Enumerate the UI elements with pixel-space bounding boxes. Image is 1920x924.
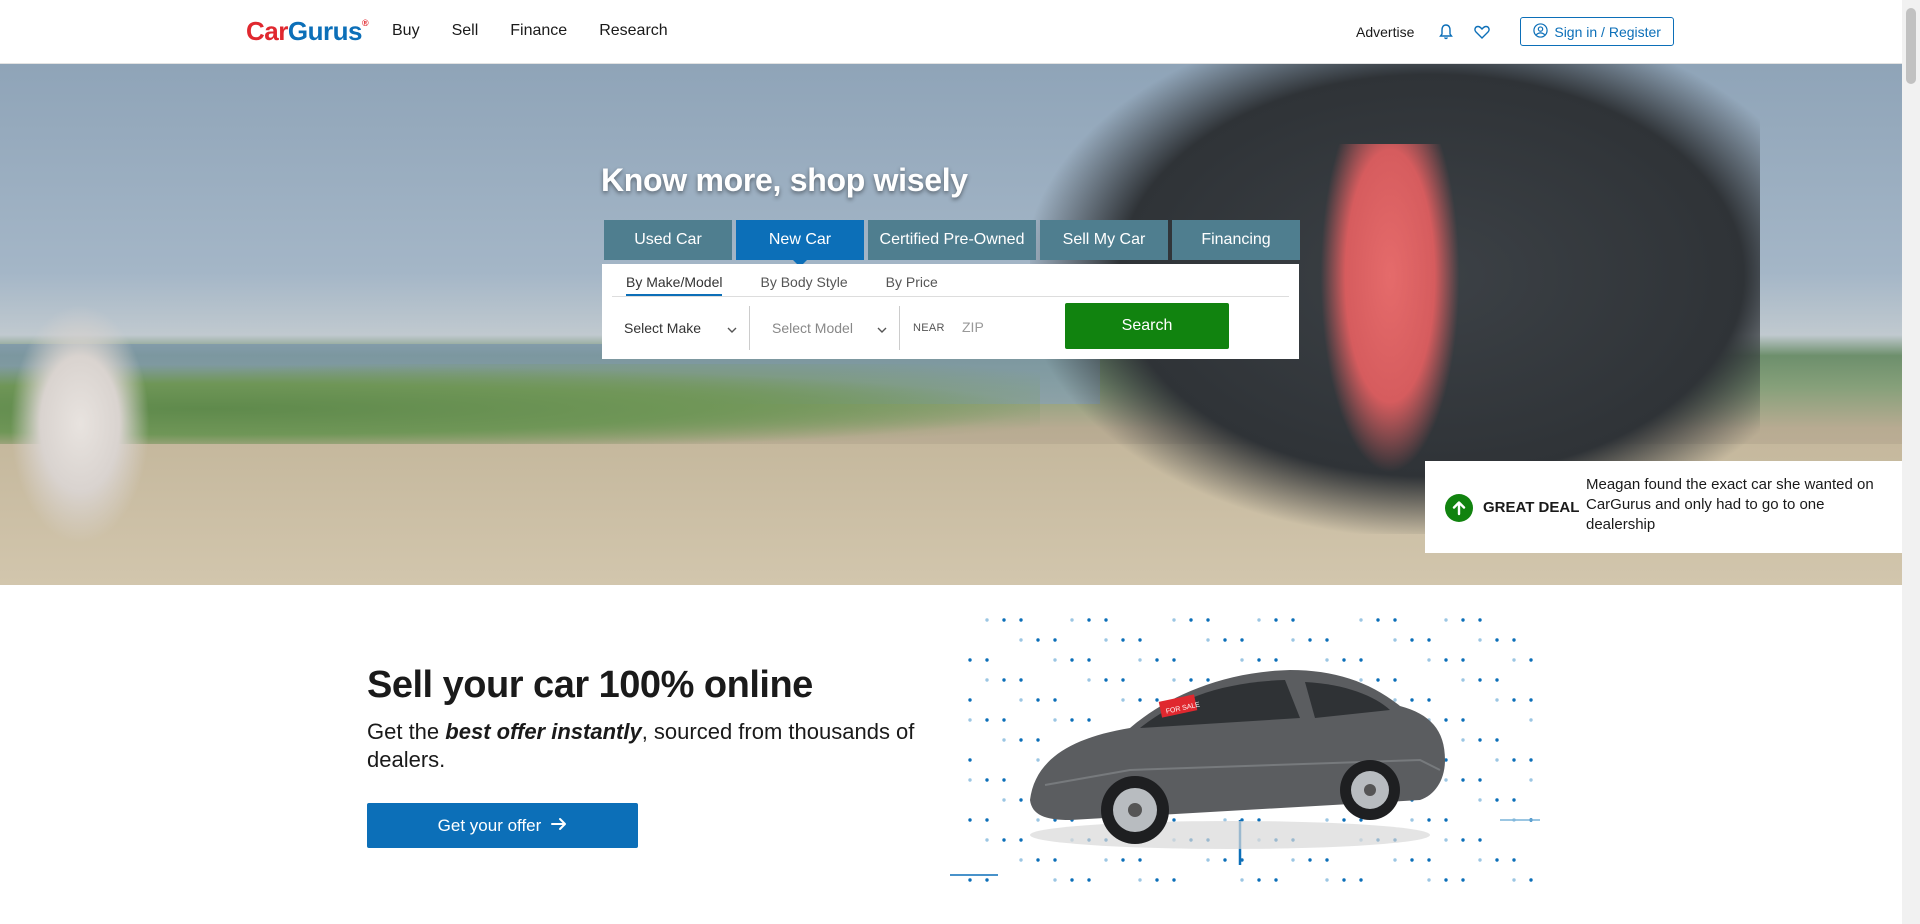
advertise-link[interactable]: Advertise: [1356, 24, 1414, 40]
site-header: CarGurus® Buy Sell Finance Research Adve…: [0, 0, 1902, 64]
hero-woman-image: [1320, 144, 1460, 474]
select-make-value: Select Make: [624, 320, 702, 336]
user-circle-icon: [1533, 22, 1549, 41]
sell-section-title: Sell your car 100% online: [367, 664, 813, 706]
logo-car-text: Car: [246, 16, 288, 46]
tab-used-car[interactable]: Used Car: [604, 220, 732, 260]
chevron-down-icon: [877, 321, 887, 337]
select-model-value: Select Model: [772, 320, 853, 336]
bell-icon[interactable]: [1434, 20, 1458, 44]
nav-finance[interactable]: Finance: [510, 22, 567, 40]
search-subtabs: By Make/Model By Body Style By Price: [626, 274, 938, 296]
tab-sell-my-car[interactable]: Sell My Car: [1040, 220, 1168, 260]
header-actions: Advertise Sign in / Register: [1356, 17, 1674, 46]
logo-gurus-text: Gurus: [287, 16, 363, 46]
select-make-dropdown[interactable]: Select Make: [610, 306, 750, 350]
select-model-dropdown[interactable]: Select Model: [760, 306, 900, 350]
nav-research[interactable]: Research: [599, 22, 667, 40]
tab-financing[interactable]: Financing: [1172, 220, 1300, 260]
tab-new-car[interactable]: New Car: [736, 220, 864, 267]
great-deal-card: GREAT DEAL Meagan found the exact car sh…: [1425, 461, 1902, 553]
main-nav: Buy Sell Finance Research: [392, 22, 668, 40]
search-panel: By Make/Model By Body Style By Price Sel…: [602, 264, 1299, 359]
page-scrollbar[interactable]: [1902, 0, 1920, 924]
hero-title: Know more, shop wisely: [601, 162, 968, 198]
nav-buy[interactable]: Buy: [392, 22, 420, 40]
subtab-by-price[interactable]: By Price: [886, 274, 938, 296]
sell-sub-emphasis: best offer instantly: [445, 719, 642, 744]
chevron-down-icon: [727, 321, 737, 337]
nav-sell[interactable]: Sell: [452, 22, 479, 40]
sign-in-register-button[interactable]: Sign in / Register: [1520, 17, 1674, 46]
search-tabs: Used Car New Car Certified Pre-Owned Sel…: [604, 220, 1300, 267]
hero-grass-bg: [0, 364, 1040, 454]
near-label: NEAR: [913, 322, 945, 334]
cargurus-logo[interactable]: CarGurus®: [246, 16, 369, 47]
sell-section-subtitle: Get the best offer instantly, sourced fr…: [367, 718, 937, 774]
tab-certified-pre-owned[interactable]: Certified Pre-Owned: [868, 220, 1036, 260]
sign-in-label: Sign in / Register: [1554, 23, 1661, 40]
subtab-by-make-model[interactable]: By Make/Model: [626, 274, 723, 296]
panel-divider: [612, 296, 1289, 297]
great-deal-story: Meagan found the exact car she wanted on…: [1586, 476, 1874, 533]
scrollbar-thumb[interactable]: [1906, 8, 1916, 84]
get-offer-label: Get your offer: [437, 815, 542, 835]
heart-icon[interactable]: [1470, 20, 1494, 44]
great-deal-label: GREAT DEAL: [1483, 499, 1580, 516]
arrow-up-icon: [1445, 494, 1473, 522]
get-your-offer-button[interactable]: Get your offer: [367, 803, 638, 848]
logo-registered-mark: ®: [361, 18, 369, 28]
subtab-by-body-style[interactable]: By Body Style: [760, 274, 847, 296]
gray-coupe-image: FOR SALE: [1030, 670, 1445, 849]
hero-banner: Know more, shop wisely Used Car New Car …: [0, 64, 1902, 585]
sell-sub-start: Get the: [367, 719, 446, 744]
sell-car-illustration: FOR SALE: [950, 618, 1540, 882]
zip-input[interactable]: [962, 312, 1052, 342]
arrow-right-icon: [551, 816, 567, 836]
hero-child-image: [10, 304, 150, 544]
search-button[interactable]: Search: [1065, 303, 1229, 349]
